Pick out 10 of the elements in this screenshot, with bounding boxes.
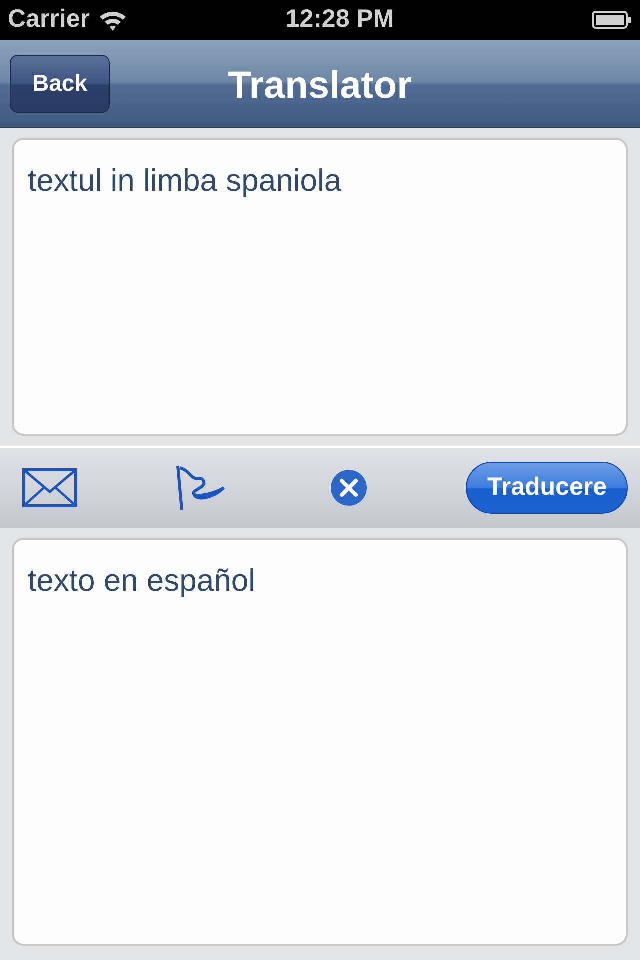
- clock-time: 12:28 PM: [286, 4, 394, 36]
- source-text-field[interactable]: textul in limba spaniola: [12, 138, 628, 436]
- mail-icon[interactable]: [22, 468, 78, 508]
- carrier-label: Carrier: [8, 4, 90, 36]
- translation-text-field[interactable]: texto en español: [12, 538, 628, 946]
- battery-icon: [592, 10, 632, 30]
- screen-title: Translator: [228, 64, 412, 109]
- back-button[interactable]: Back: [10, 54, 110, 112]
- clear-icon[interactable]: [330, 469, 368, 507]
- translate-button[interactable]: Traducere: [466, 462, 628, 514]
